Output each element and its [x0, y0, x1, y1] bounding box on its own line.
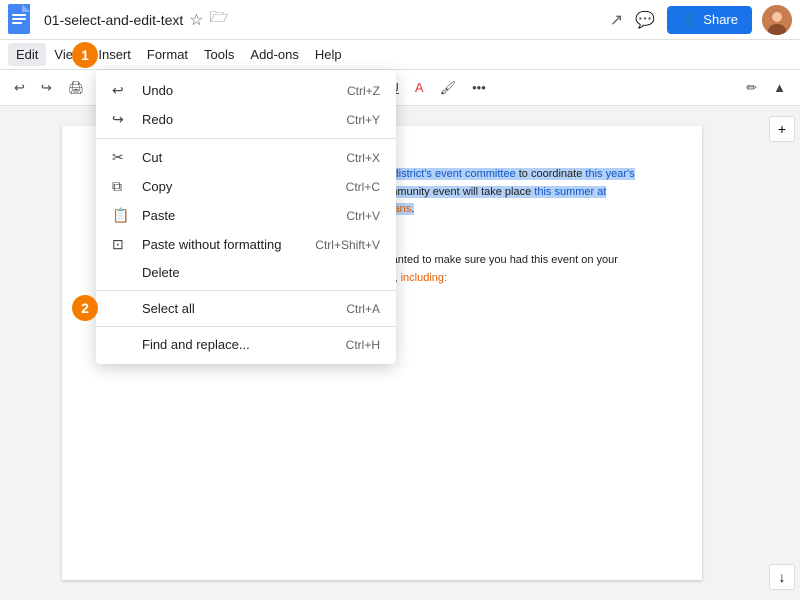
redo-label: Redo: [142, 112, 346, 127]
paste-icon: 📋: [112, 207, 132, 224]
step-badge-1: 1: [72, 42, 98, 68]
edit-dropdown-menu: ↩ Undo Ctrl+Z ↪ Redo Ctrl+Y ✂ Cut Ctrl+X…: [96, 70, 396, 364]
cut-icon: ✂: [112, 149, 132, 166]
share-icon: 👤: [681, 12, 697, 28]
cut-shortcut: Ctrl+X: [346, 151, 380, 165]
expand-sidebar-button[interactable]: +: [769, 116, 795, 142]
edit-mode-button[interactable]: ✏: [740, 76, 763, 100]
menu-bar: Edit View Insert Format Tools Add-ons He…: [0, 40, 800, 70]
doc-icon: [8, 4, 36, 36]
undo-icon: ↩: [112, 82, 132, 99]
menu-item-redo[interactable]: ↪ Redo Ctrl+Y: [96, 105, 396, 134]
copy-shortcut: Ctrl+C: [346, 180, 380, 194]
menu-item-paste-unformatted[interactable]: ⊡ Paste without formatting Ctrl+Shift+V: [96, 230, 396, 259]
collapse-button[interactable]: ▲: [767, 76, 792, 99]
star-icon[interactable]: ☆: [189, 10, 203, 30]
select-all-shortcut: Ctrl+A: [346, 302, 380, 316]
menu-edit[interactable]: Edit: [8, 43, 46, 66]
share-button[interactable]: 👤 Share: [667, 6, 752, 34]
find-replace-shortcut: Ctrl+H: [346, 338, 380, 352]
redo-shortcut: Ctrl+Y: [346, 113, 380, 127]
font-color-button[interactable]: A: [409, 76, 430, 99]
menu-item-undo[interactable]: ↩ Undo Ctrl+Z: [96, 76, 396, 105]
divider-2: [96, 290, 396, 291]
cut-label: Cut: [142, 150, 346, 165]
redo-icon: ↪: [112, 111, 132, 128]
comment-icon[interactable]: 💬: [635, 10, 655, 30]
menu-tools[interactable]: Tools: [196, 43, 242, 66]
select-all-label: Select all: [142, 301, 346, 316]
undo-shortcut: Ctrl+Z: [347, 84, 380, 98]
delete-label: Delete: [142, 265, 380, 280]
title-icons: ↗ 💬: [610, 10, 655, 30]
redo-button[interactable]: ↪: [35, 76, 58, 100]
folder-icon[interactable]: 🗁: [210, 7, 229, 32]
right-sidebar: + ↓: [764, 106, 800, 600]
paste-unformatted-label: Paste without formatting: [142, 237, 315, 252]
menu-format[interactable]: Format: [139, 43, 196, 66]
menu-addons[interactable]: Add-ons: [242, 43, 306, 66]
menu-help[interactable]: Help: [307, 43, 350, 66]
scroll-down-button[interactable]: ↓: [769, 564, 795, 590]
divider-3: [96, 326, 396, 327]
doc-name: 01-select-and-edit-text: [44, 12, 183, 28]
menu-item-delete[interactable]: Delete: [96, 259, 396, 286]
share-label: Share: [703, 12, 738, 27]
menu-item-find-replace[interactable]: Find and replace... Ctrl+H: [96, 331, 396, 358]
paste-unformatted-icon: ⊡: [112, 236, 132, 253]
undo-button[interactable]: ↩: [8, 76, 31, 100]
chart-icon[interactable]: ↗: [610, 10, 623, 30]
menu-item-cut[interactable]: ✂ Cut Ctrl+X: [96, 143, 396, 172]
paste-unformatted-shortcut: Ctrl+Shift+V: [315, 238, 380, 252]
find-replace-label: Find and replace...: [142, 337, 346, 352]
copy-icon: ⧉: [112, 178, 132, 195]
paste-label: Paste: [142, 208, 346, 223]
paste-shortcut: Ctrl+V: [346, 209, 380, 223]
more-button[interactable]: •••: [466, 76, 492, 99]
menu-item-paste[interactable]: 📋 Paste Ctrl+V: [96, 201, 396, 230]
doc-title: 01-select-and-edit-text ☆ 🗁: [44, 7, 610, 32]
undo-label: Undo: [142, 83, 347, 98]
menu-item-copy[interactable]: ⧉ Copy Ctrl+C: [96, 172, 396, 201]
divider-1: [96, 138, 396, 139]
step-badge-2: 2: [72, 295, 98, 321]
highlight-button[interactable]: 🖌: [434, 76, 463, 100]
menu-item-select-all[interactable]: Select all Ctrl+A: [96, 295, 396, 322]
title-bar: 01-select-and-edit-text ☆ 🗁 ↗ 💬 👤 Share: [0, 0, 800, 40]
print-button[interactable]: 🖨: [62, 76, 91, 100]
avatar[interactable]: [762, 5, 792, 35]
copy-label: Copy: [142, 179, 346, 194]
